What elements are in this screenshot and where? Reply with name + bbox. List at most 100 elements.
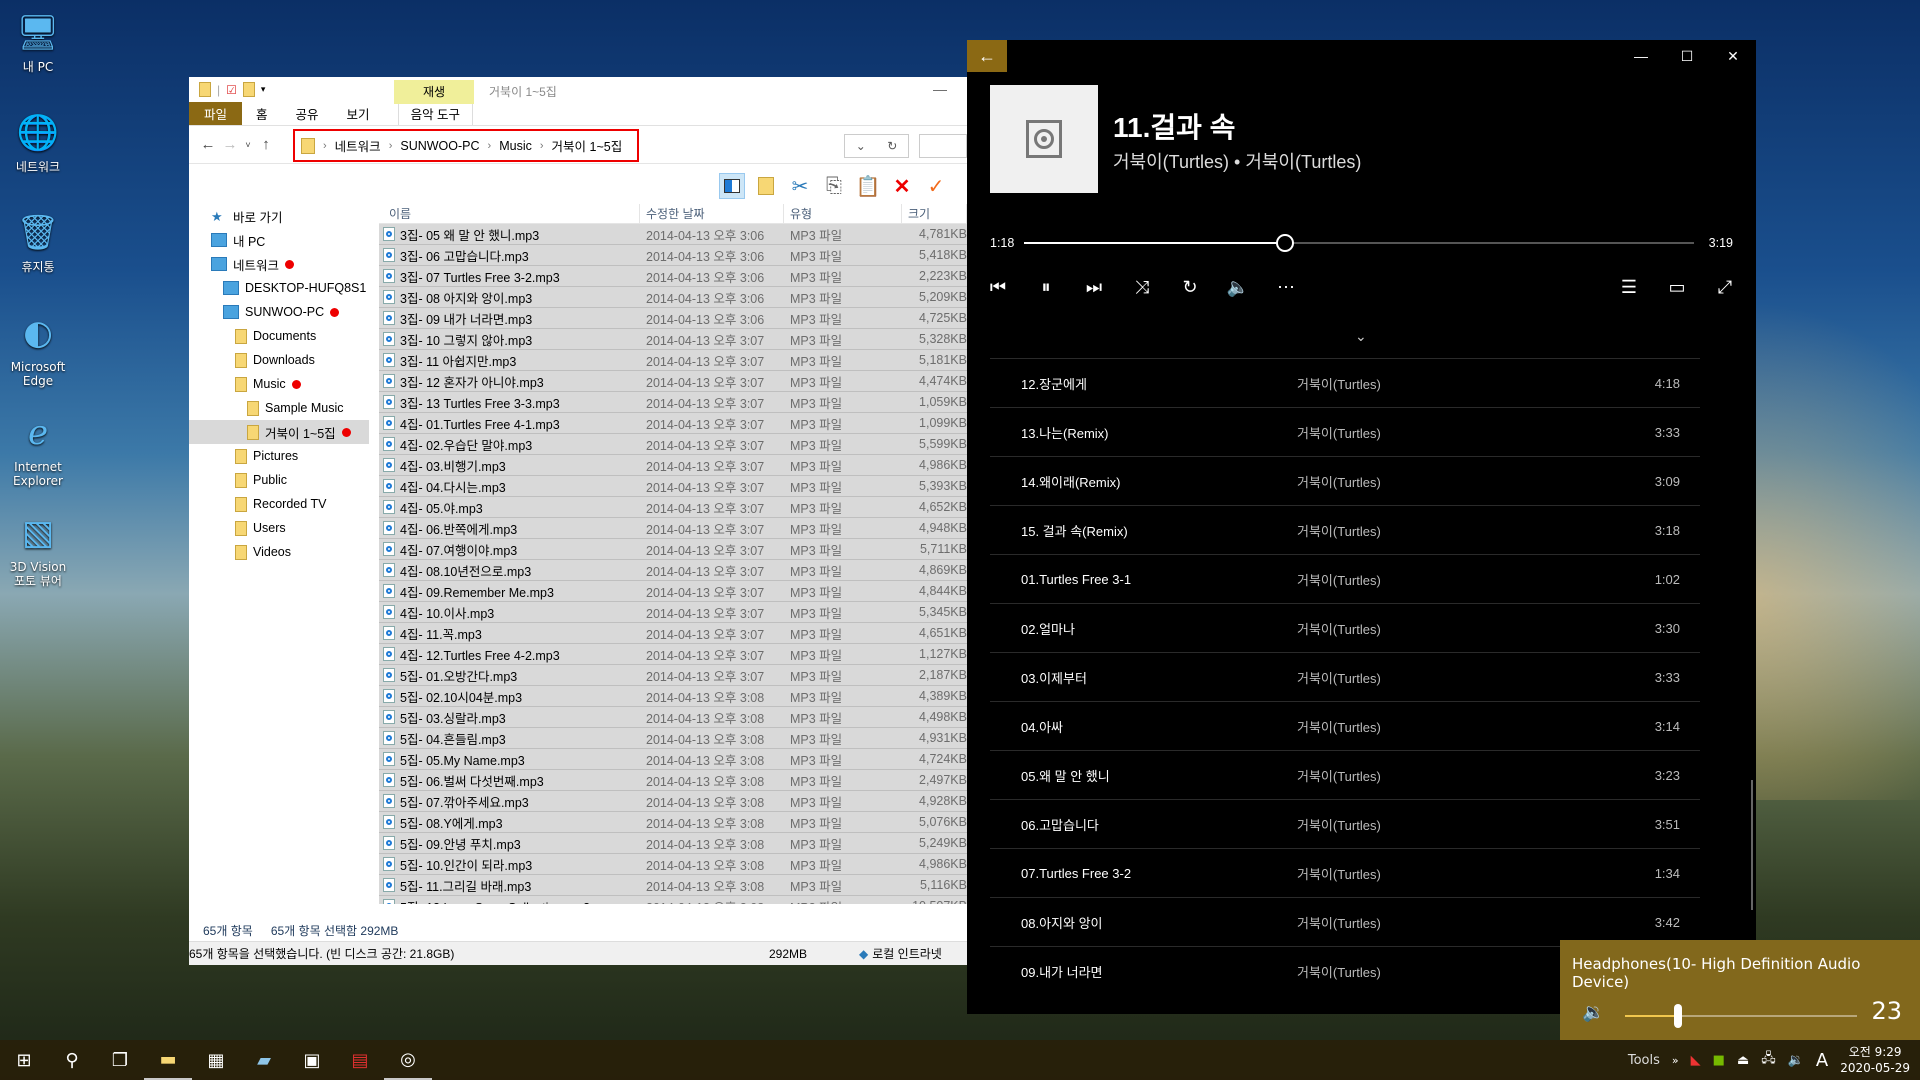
shuffle-icon[interactable]: ⤨ xyxy=(1125,270,1159,304)
column-header-date[interactable]: 수정한 날짜 xyxy=(640,204,784,223)
forward-arrow-icon[interactable]: → xyxy=(219,136,241,153)
pause-icon[interactable]: ⏸ xyxy=(1029,270,1063,304)
file-row[interactable]: 4집- 07.여행이야.mp3 2014-04-13 오후 3:07 MP3 파일 5… xyxy=(379,539,967,560)
mini-player-icon[interactable]: ▭ xyxy=(1660,270,1694,304)
file-row[interactable]: 5집- 12.Logo Song Collection.mp3 2014-04-1… xyxy=(379,896,967,904)
nav-item[interactable]: Users xyxy=(189,516,369,540)
desktop-icon[interactable]: ℯ Internet Explorer xyxy=(4,410,72,488)
volume-slider[interactable] xyxy=(1625,1004,1857,1028)
file-row[interactable]: 4집- 08.10년전으로.mp3 2014-04-13 오후 3:07 MP3 파… xyxy=(379,560,967,581)
file-row[interactable]: 4집- 03.비행기.mp3 2014-04-13 오후 3:07 MP3 파일 4,… xyxy=(379,455,967,476)
volume-thumb[interactable] xyxy=(1674,1004,1683,1028)
start-button[interactable]: ⊞ xyxy=(0,1040,48,1080)
file-row[interactable]: 5집- 09.안녕 푸치.mp3 2014-04-13 오후 3:08 MP3 파일… xyxy=(379,833,967,854)
minimize-button[interactable]: — xyxy=(1618,40,1664,72)
minimize-button[interactable]: — xyxy=(933,81,947,97)
customize-dropdown-icon[interactable]: ▾ xyxy=(261,84,266,95)
queue-song-artist[interactable]: 거북이(Turtles) xyxy=(1297,472,1630,491)
overflow-chevron-icon[interactable]: » xyxy=(1672,1054,1679,1067)
new-folder-icon[interactable] xyxy=(242,82,255,97)
chevron-down-icon[interactable]: ⌄ xyxy=(1355,328,1367,345)
tab-share[interactable]: 공유 xyxy=(282,102,333,125)
file-row[interactable]: 4집- 10.이사.mp3 2014-04-13 오후 3:07 MP3 파일 5,3… xyxy=(379,602,967,623)
nav-item[interactable]: ★ 바로 가기 xyxy=(189,204,369,228)
clock[interactable]: 오전 9:29 2020-05-29 xyxy=(1840,1044,1910,1076)
file-row[interactable]: 3집- 09 내가 너라면.mp3 2014-04-13 오후 3:06 MP3 파… xyxy=(379,308,967,329)
close-button[interactable]: ✕ xyxy=(1710,40,1756,72)
file-row[interactable]: 3집- 11 아쉽지만.mp3 2014-04-13 오후 3:07 MP3 파일 5… xyxy=(379,350,967,371)
copy-icon[interactable]: ⎘ xyxy=(821,173,847,199)
file-explorer-taskbar-icon[interactable]: ▬ xyxy=(144,1040,192,1080)
queue-scrollbar[interactable] xyxy=(1751,780,1753,910)
properties-icon[interactable]: ☑ xyxy=(226,83,237,97)
file-row[interactable]: 5집- 01.오방간다.mp3 2014-04-13 오후 3:07 MP3 파일 2… xyxy=(379,665,967,686)
task-view-icon[interactable]: ❐ xyxy=(96,1040,144,1080)
queue-song-artist[interactable]: 거북이(Turtles) xyxy=(1297,717,1630,736)
nav-item[interactable]: Videos xyxy=(189,540,369,564)
folder-icon[interactable] xyxy=(199,82,211,97)
queue-row[interactable]: 02.얼마나 거북이(Turtles) 3:30 xyxy=(990,603,1700,652)
cut-icon[interactable]: ✂ xyxy=(787,173,813,199)
nav-item[interactable]: Downloads xyxy=(189,348,369,372)
network-monitor-icon[interactable]: ◣ xyxy=(1691,1053,1701,1068)
queue-row[interactable]: 04.아싸 거북이(Turtles) 3:14 xyxy=(990,701,1700,750)
queue-row[interactable]: 13.나는(Remix) 거북이(Turtles) 3:33 xyxy=(990,407,1700,456)
back-arrow-icon[interactable]: ← xyxy=(197,136,219,153)
preview-pane-icon[interactable] xyxy=(719,173,745,199)
queue-song-artist[interactable]: 거북이(Turtles) xyxy=(1297,668,1630,687)
checkmark-icon[interactable]: ✓ xyxy=(923,173,949,199)
file-row[interactable]: 3집- 08 아지와 앙이.mp3 2014-04-13 오후 3:06 MP3 파… xyxy=(379,287,967,308)
file-row[interactable]: 4집- 05.야.mp3 2014-04-13 오후 3:07 MP3 파일 4,65… xyxy=(379,497,967,518)
fullscreen-icon[interactable]: ⤢ xyxy=(1708,270,1742,304)
groove-music-icon[interactable]: ◎ xyxy=(384,1040,432,1080)
desktop-icon[interactable]: 🖥 내 PC xyxy=(4,10,72,74)
delete-icon[interactable]: ✕ xyxy=(889,173,915,199)
file-row[interactable]: 5집- 07.깎아주세요.mp3 2014-04-13 오후 3:08 MP3 파일… xyxy=(379,791,967,812)
queue-row[interactable]: 01.Turtles Free 3-1 거북이(Turtles) 1:02 xyxy=(990,554,1700,603)
desktop-icon[interactable]: ◐ Microsoft Edge xyxy=(4,310,72,388)
file-row[interactable]: 4집- 01.Turtles Free 4-1.mp3 2014-04-13 오후… xyxy=(379,413,967,434)
file-row[interactable]: 5집- 11.그리길 바래.mp3 2014-04-13 오후 3:08 MP3 파… xyxy=(379,875,967,896)
file-row[interactable]: 4집- 02.우습단 말야.mp3 2014-04-13 오후 3:07 MP3 파… xyxy=(379,434,967,455)
column-header-name[interactable]: 이름 xyxy=(379,204,640,223)
queue-row[interactable]: 08.아지와 앙이 거북이(Turtles) 3:42 xyxy=(990,897,1700,946)
file-row[interactable]: 3집- 13 Turtles Free 3-3.mp3 2014-04-13 오후… xyxy=(379,392,967,413)
file-row[interactable]: 4집- 09.Remember Me.mp3 2014-04-13 오후 3:07… xyxy=(379,581,967,602)
nav-item[interactable]: Public xyxy=(189,468,369,492)
tab-music-tools[interactable]: 음악 도구 xyxy=(397,102,474,125)
column-header-type[interactable]: 유형 xyxy=(784,204,902,223)
breadcrumb-item[interactable]: 네트워크 xyxy=(335,136,381,155)
file-row[interactable]: 5집- 06.벌써 다섯번째.mp3 2014-04-13 오후 3:08 MP3 … xyxy=(379,770,967,791)
tools-toolbar[interactable]: Tools xyxy=(1628,1053,1660,1068)
recent-dropdown-icon[interactable]: ˅ xyxy=(241,140,255,150)
queue-song-artist[interactable]: 거북이(Turtles) xyxy=(1297,570,1630,589)
queue-song-artist[interactable]: 거북이(Turtles) xyxy=(1297,521,1630,540)
calculator-icon[interactable]: ▦ xyxy=(192,1040,240,1080)
maximize-button[interactable]: ☐ xyxy=(1664,40,1710,72)
back-button[interactable]: ← xyxy=(967,40,1007,72)
up-arrow-icon[interactable]: ↑ xyxy=(255,136,277,153)
queue-song-artist[interactable]: 거북이(Turtles) xyxy=(1297,374,1630,393)
queue-song-artist[interactable]: 거북이(Turtles) xyxy=(1297,864,1630,883)
queue-row[interactable]: 15. 걸과 속(Remix) 거북이(Turtles) 3:18 xyxy=(990,505,1700,554)
queue-row[interactable]: 05.왜 말 안 했니 거북이(Turtles) 3:23 xyxy=(990,750,1700,799)
file-row[interactable]: 4집- 11.꼭.mp3 2014-04-13 오후 3:07 MP3 파일 4,65… xyxy=(379,623,967,644)
breadcrumb-item[interactable]: SUNWOO-PC xyxy=(400,139,479,153)
seek-bar[interactable] xyxy=(1024,234,1694,252)
search-icon[interactable]: ⚲ xyxy=(48,1040,96,1080)
nav-item[interactable]: Pictures xyxy=(189,444,369,468)
nav-item[interactable]: Recorded TV xyxy=(189,492,369,516)
more-options-icon[interactable]: ⋯ xyxy=(1269,270,1303,304)
desktop-icon[interactable]: 🗑 휴지통 xyxy=(4,210,72,274)
terminal-icon[interactable]: ▣ xyxy=(288,1040,336,1080)
desktop-icon[interactable]: ▧ 3D Vision 포토 뷰어 xyxy=(4,510,72,588)
volume-icon[interactable]: 🔈 xyxy=(1221,270,1255,304)
tab-view[interactable]: 보기 xyxy=(333,102,384,125)
nav-item[interactable]: 거북이 1~5집 xyxy=(189,420,369,444)
paste-icon[interactable]: 📋 xyxy=(855,173,881,199)
folder-options-icon[interactable] xyxy=(753,173,779,199)
search-input[interactable] xyxy=(919,134,967,158)
file-row[interactable]: 5집- 08.Y에게.mp3 2014-04-13 오후 3:08 MP3 파일 5,… xyxy=(379,812,967,833)
queue-row[interactable]: 06.고맙습니다 거북이(Turtles) 3:51 xyxy=(990,799,1700,848)
repeat-icon[interactable]: ↻ xyxy=(1173,270,1207,304)
